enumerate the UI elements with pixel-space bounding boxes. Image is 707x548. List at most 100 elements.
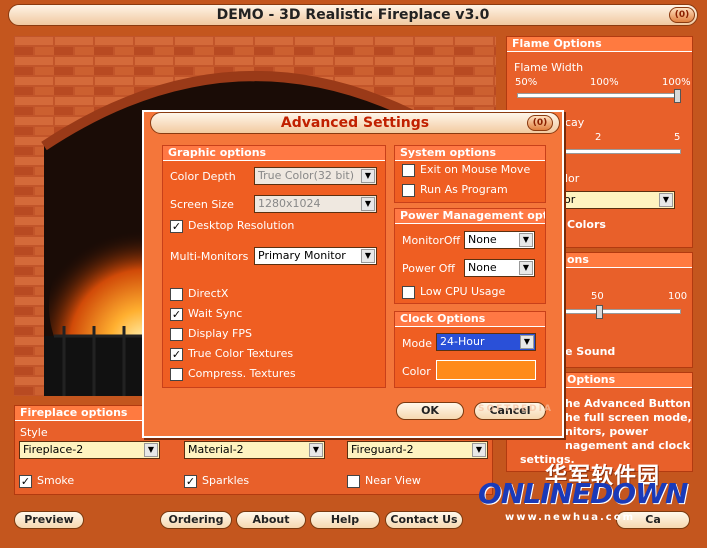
screen-size-value: 1280x1024 (258, 197, 321, 210)
watermark-softpedia: SOFTPEDIA (478, 404, 553, 414)
decay-label: cay (565, 116, 585, 129)
chevron-down-icon[interactable]: ▼ (659, 193, 673, 207)
monitor-off-label: MonitorOff (402, 234, 461, 247)
watermark-brand: ONLINEDOWN (478, 477, 688, 510)
help-line-1: he Advanced Button (565, 397, 691, 410)
style-label: Style (20, 426, 48, 439)
wait-sync-checkbox[interactable]: ✓ (170, 308, 183, 321)
sparkles-label: Sparkles (202, 474, 250, 487)
clock-mode-select[interactable]: 24-Hour ▼ (436, 333, 536, 351)
multi-monitors-label: Multi-Monitors (170, 250, 249, 263)
power-off-label: Power Off (402, 262, 455, 275)
decay-slider[interactable] (560, 149, 681, 154)
fireplace-style-select[interactable]: Fireplace-2 ▼ (19, 441, 160, 459)
volume-slider[interactable] (560, 309, 681, 314)
material-select[interactable]: Material-2 ▼ (184, 441, 325, 459)
fireplace-options-header: Fireplace options (15, 406, 144, 421)
compress-textures-label: Compress. Textures (188, 367, 296, 380)
multi-monitors-value: Primary Monitor (258, 249, 346, 262)
smoke-checkbox[interactable]: ✓ (19, 475, 32, 488)
sound-label: e Sound (565, 345, 616, 358)
power-off-value: None (468, 261, 497, 274)
exit-on-mouse-move-checkbox[interactable] (402, 164, 415, 177)
color-depth-value: True Color(32 bit) (258, 169, 355, 182)
flame-options-header: Flame Options (507, 37, 692, 52)
ordering-button[interactable]: Ordering (160, 511, 232, 529)
directx-label: DirectX (188, 287, 229, 300)
near-view-checkbox[interactable] (347, 475, 360, 488)
flame-width-slider[interactable] (517, 93, 681, 98)
close-icon[interactable]: (0) (669, 7, 695, 23)
run-as-program-checkbox[interactable] (402, 184, 415, 197)
close-icon[interactable]: (0) (527, 115, 553, 131)
clock-mode-label: Mode (402, 337, 432, 350)
power-management-header: Power Management option (395, 209, 545, 224)
decay-tick-max: 5 (674, 132, 681, 143)
directx-checkbox[interactable] (170, 288, 183, 301)
true-color-textures-label: True Color Textures (188, 347, 294, 360)
wait-sync-label: Wait Sync (188, 307, 243, 320)
help-line-4: nagement and clock (565, 439, 691, 452)
chevron-down-icon[interactable]: ▼ (472, 443, 486, 457)
clock-options-header: Clock Options (395, 312, 545, 327)
chevron-down-icon[interactable]: ▼ (144, 443, 158, 457)
monitor-off-select[interactable]: None ▼ (464, 231, 535, 249)
flame-width-label: Flame Width (514, 61, 584, 74)
clock-color-swatch[interactable] (436, 360, 536, 380)
flame-width-tick-mid: 100% (590, 77, 619, 88)
volume-tick-max: 100 (668, 291, 688, 302)
help-button[interactable]: Help (310, 511, 380, 529)
decay-tick-mid: 2 (595, 132, 602, 143)
clock-mode-value: 24-Hour (440, 335, 485, 348)
help-line-3: nitors, power (565, 425, 648, 438)
watermark-url: www.newhua.com (505, 512, 636, 523)
power-off-select[interactable]: None ▼ (464, 259, 535, 277)
low-cpu-usage-label: Low CPU Usage (420, 285, 506, 298)
desktop-resolution-checkbox[interactable]: ✓ (170, 220, 183, 233)
system-options-header: System options (395, 146, 545, 161)
fireguard-value: Fireguard-2 (351, 443, 414, 456)
monitor-off-value: None (468, 233, 497, 246)
flame-color-select[interactable]: or ▼ (560, 191, 675, 209)
low-cpu-usage-checkbox[interactable] (402, 286, 415, 299)
chevron-down-icon[interactable]: ▼ (520, 335, 534, 349)
screen-size-label: Screen Size (170, 198, 234, 211)
flame-width-slider-thumb[interactable] (674, 89, 681, 103)
color-depth-label: Color Depth (170, 170, 236, 183)
sparkles-checkbox[interactable]: ✓ (184, 475, 197, 488)
fireplace-style-value: Fireplace-2 (23, 443, 84, 456)
compress-textures-checkbox[interactable] (170, 368, 183, 381)
flame-width-tick-min: 50% (515, 77, 538, 88)
smoke-label: Smoke (37, 474, 75, 487)
material-value: Material-2 (188, 443, 244, 456)
desktop-resolution-label: Desktop Resolution (188, 219, 295, 232)
volume-slider-thumb[interactable] (596, 305, 603, 319)
flame-width-tick-max: 100% (662, 77, 691, 88)
graphic-options-header: Graphic options (163, 146, 385, 161)
chevron-down-icon[interactable]: ▼ (361, 249, 375, 263)
preview-button[interactable]: Preview (14, 511, 84, 529)
multi-monitors-select[interactable]: Primary Monitor ▼ (254, 247, 377, 265)
chevron-down-icon[interactable]: ▼ (361, 197, 375, 211)
advanced-settings-title-bar: Advanced Settings (0) (150, 112, 560, 134)
true-color-textures-checkbox[interactable]: ✓ (170, 348, 183, 361)
main-title-bar: DEMO - 3D Realistic Fireplace v3.0 (0) (8, 4, 698, 26)
about-button[interactable]: About (236, 511, 306, 529)
advanced-settings-title: Advanced Settings (280, 115, 430, 131)
volume-tick-mid: 50 (591, 291, 604, 302)
contact-us-button[interactable]: Contact Us (385, 511, 463, 529)
display-fps-checkbox[interactable] (170, 328, 183, 341)
fireguard-select[interactable]: Fireguard-2 ▼ (347, 441, 488, 459)
screen-size-select[interactable]: 1280x1024 ▼ (254, 195, 377, 213)
chevron-down-icon[interactable]: ▼ (519, 261, 533, 275)
color-depth-select[interactable]: True Color(32 bit) ▼ (254, 167, 377, 185)
clock-color-label: Color (402, 365, 431, 378)
near-view-label: Near View (365, 474, 421, 487)
window-title: DEMO - 3D Realistic Fireplace v3.0 (216, 7, 490, 23)
chevron-down-icon[interactable]: ▼ (361, 169, 375, 183)
exit-on-mouse-move-label: Exit on Mouse Move (420, 163, 531, 176)
chevron-down-icon[interactable]: ▼ (519, 233, 533, 247)
chevron-down-icon[interactable]: ▼ (309, 443, 323, 457)
ok-button[interactable]: OK (396, 402, 464, 420)
help-line-2: he full screen mode, (565, 411, 692, 424)
